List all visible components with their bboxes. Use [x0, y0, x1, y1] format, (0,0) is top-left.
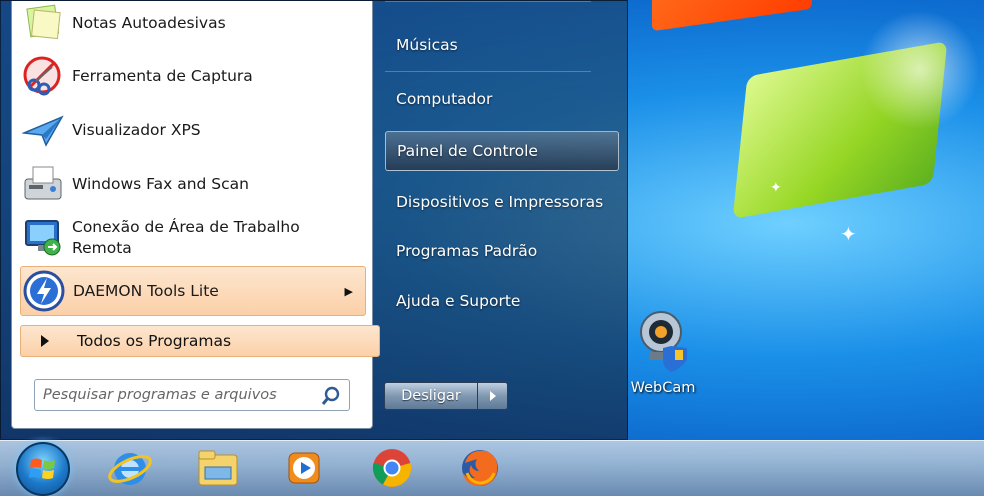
arrow-right-icon — [489, 391, 496, 401]
all-programs-label: Todos os Programas — [77, 332, 232, 350]
shutdown-options-button[interactable] — [478, 382, 508, 410]
windows-logo-icon — [29, 458, 55, 479]
firefox-icon[interactable] — [456, 444, 504, 492]
daemon-tools-icon — [21, 268, 67, 314]
program-label: Notas Autoadesivas — [72, 13, 226, 32]
program-item-daemon-tools[interactable]: DAEMON Tools Lite ▶ — [20, 266, 366, 316]
program-item-fax-scan[interactable]: Windows Fax and Scan — [20, 159, 366, 209]
start-menu-programs-pane: Notas Autoadesivas Ferramenta de Captura — [11, 1, 380, 429]
program-label: Windows Fax and Scan — [72, 174, 249, 193]
wallpaper-flag-red — [652, 0, 812, 32]
program-item-snipping-tool[interactable]: Ferramenta de Captura — [20, 51, 366, 101]
triangle-right-icon — [41, 335, 49, 347]
search-icon[interactable] — [321, 386, 341, 410]
separator — [385, 1, 591, 2]
start-menu: Notas Autoadesivas Ferramenta de Captura — [0, 0, 628, 440]
right-item-label: Painel de Controle — [397, 142, 538, 160]
file-explorer-icon[interactable] — [194, 444, 242, 492]
sparkle-icon: ✦ — [840, 222, 857, 246]
right-item-help-support[interactable]: Ajuda e Suporte — [385, 281, 619, 321]
right-item-label: Programas Padrão — [396, 242, 538, 260]
right-item-default-programs[interactable]: Programas Padrão — [385, 231, 619, 271]
program-item-xps-viewer[interactable]: Visualizador XPS — [20, 105, 366, 155]
remote-desktop-icon — [20, 215, 66, 261]
media-player-icon[interactable] — [280, 444, 328, 492]
desktop-icon-label: WebCam — [630, 380, 696, 396]
sticky-notes-icon — [20, 0, 66, 46]
wallpaper-glow — [860, 10, 980, 130]
webcam-icon — [640, 311, 687, 372]
desktop-icon-webcam[interactable]: WebCam — [628, 308, 698, 396]
right-item-label: Ajuda e Suporte — [396, 292, 521, 310]
right-item-label: Músicas — [396, 36, 458, 54]
shutdown-button[interactable]: Desligar — [384, 382, 478, 410]
chrome-icon[interactable] — [368, 444, 416, 492]
sparkle-icon: ✦ — [770, 180, 782, 196]
program-label: Ferramenta de Captura — [72, 66, 253, 85]
program-item-remote-desktop[interactable]: Conexão de Área de Trabalho Remota — [20, 213, 366, 263]
xps-viewer-icon — [20, 107, 66, 153]
right-item-label: Dispositivos e Impressoras — [396, 193, 604, 211]
program-label: Conexão de Área de Trabalho Remota — [72, 218, 300, 257]
program-label: DAEMON Tools Lite — [73, 281, 219, 300]
program-label: Visualizador XPS — [72, 120, 201, 139]
right-item-music[interactable]: Músicas — [385, 25, 619, 65]
search-input[interactable] — [43, 387, 313, 403]
search-box[interactable] — [34, 379, 350, 411]
shutdown-group: Desligar — [384, 382, 510, 410]
right-item-computer[interactable]: Computador — [385, 79, 619, 119]
right-item-label: Computador — [396, 90, 493, 108]
submenu-arrow-icon: ▶ — [344, 284, 353, 298]
fax-scan-icon — [20, 161, 66, 207]
all-programs-button[interactable]: Todos os Programas — [20, 325, 380, 357]
start-orb[interactable] — [16, 442, 70, 496]
right-item-devices-printers[interactable]: Dispositivos e Impressoras — [385, 182, 619, 222]
internet-explorer-icon[interactable] — [106, 444, 154, 492]
program-item-sticky-notes[interactable]: Notas Autoadesivas — [20, 1, 366, 45]
separator — [385, 71, 591, 72]
snipping-tool-icon — [20, 53, 66, 99]
right-item-control-panel[interactable]: Painel de Controle — [385, 131, 619, 171]
shutdown-label: Desligar — [401, 388, 461, 404]
